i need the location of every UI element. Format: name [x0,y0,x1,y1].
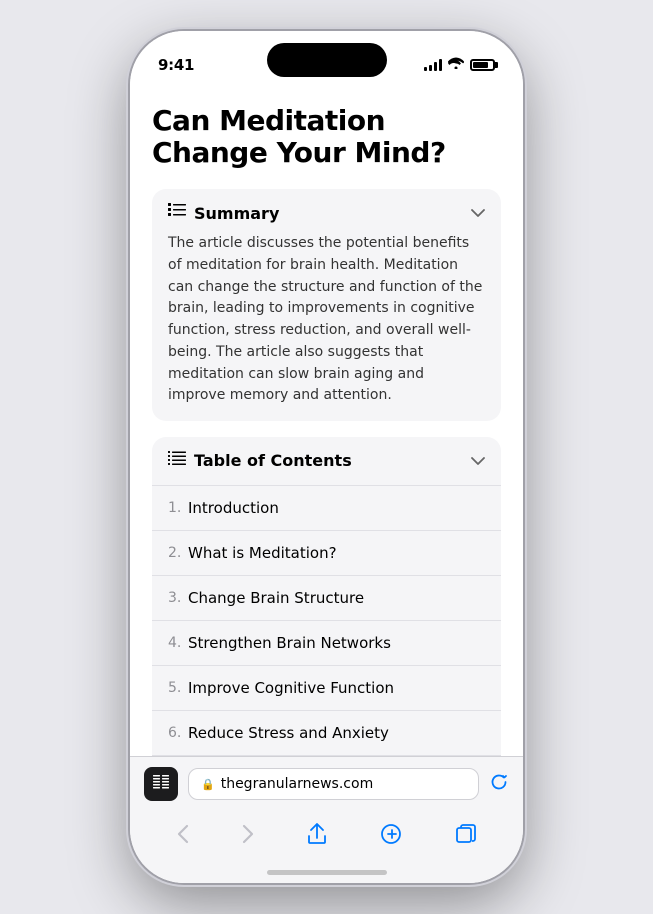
toc-number: 2. [168,545,188,561]
toc-item[interactable]: 1. Introduction [152,486,501,531]
signal-icon [424,59,442,71]
toc-item[interactable]: 3. Change Brain Structure [152,576,501,621]
url-bar: 🔒 thegranularnews.com [130,757,523,811]
status-icons [424,57,495,73]
article-title: Can Meditation Change Your Mind? [152,105,501,169]
toc-item[interactable]: 4. Strengthen Brain Networks [152,621,501,666]
url-field[interactable]: 🔒 thegranularnews.com [188,768,479,800]
status-time: 9:41 [158,56,194,74]
content-area[interactable]: Can Meditation Change Your Mind? [130,85,523,756]
toc-text: Strengthen Brain Networks [188,634,391,652]
toc-number: 5. [168,680,188,696]
toc-item[interactable]: 5. Improve Cognitive Function [152,666,501,711]
bookmarks-button[interactable] [373,820,411,853]
summary-card: Summary The article discusses the potent… [152,189,501,421]
toc-text: What is Meditation? [188,544,337,562]
summary-text: The article discusses the potential bene… [168,233,485,407]
back-button[interactable] [169,820,197,853]
toc-text: Improve Cognitive Function [188,679,394,697]
toc-text: Change Brain Structure [188,589,364,607]
toc-number: 3. [168,590,188,606]
toc-title-row: Table of Contents [168,451,352,471]
screen: 9:41 [130,31,523,883]
reader-icon [153,775,169,793]
toc-card: Table of Contents 1. Introduction 2. Wha… [152,437,501,756]
reader-button[interactable] [144,767,178,801]
home-indicator [130,866,523,883]
toc-text: Reduce Stress and Anxiety [188,724,389,742]
phone-frame: 9:41 [130,31,523,883]
forward-button[interactable] [234,820,262,853]
tabs-button[interactable] [448,820,484,853]
lock-icon: 🔒 [201,778,215,791]
toolbar [130,811,523,866]
reload-button[interactable] [489,772,509,797]
bottom-bar: 🔒 thegranularnews.com [130,756,523,883]
status-bar: 9:41 [130,31,523,85]
wifi-icon [448,57,464,73]
summary-icon [168,203,186,223]
toc-icon [168,451,186,471]
url-text: thegranularnews.com [221,776,466,792]
battery-icon [470,59,495,71]
dynamic-island [267,43,387,77]
toc-number: 4. [168,635,188,651]
summary-chevron-icon[interactable] [471,205,485,221]
toc-item[interactable]: 2. What is Meditation? [152,531,501,576]
toc-header[interactable]: Table of Contents [152,437,501,485]
toc-items: 1. Introduction 2. What is Meditation? 3… [152,485,501,756]
toc-text: Introduction [188,499,279,517]
toc-number: 6. [168,725,188,741]
summary-label: Summary [194,204,279,223]
toc-item[interactable]: 6. Reduce Stress and Anxiety [152,711,501,756]
toc-chevron-icon[interactable] [471,453,485,469]
summary-title-row: Summary [168,203,279,223]
toc-number: 1. [168,500,188,516]
share-button[interactable] [299,819,335,854]
summary-header: Summary [168,203,485,223]
toc-label: Table of Contents [194,451,352,470]
